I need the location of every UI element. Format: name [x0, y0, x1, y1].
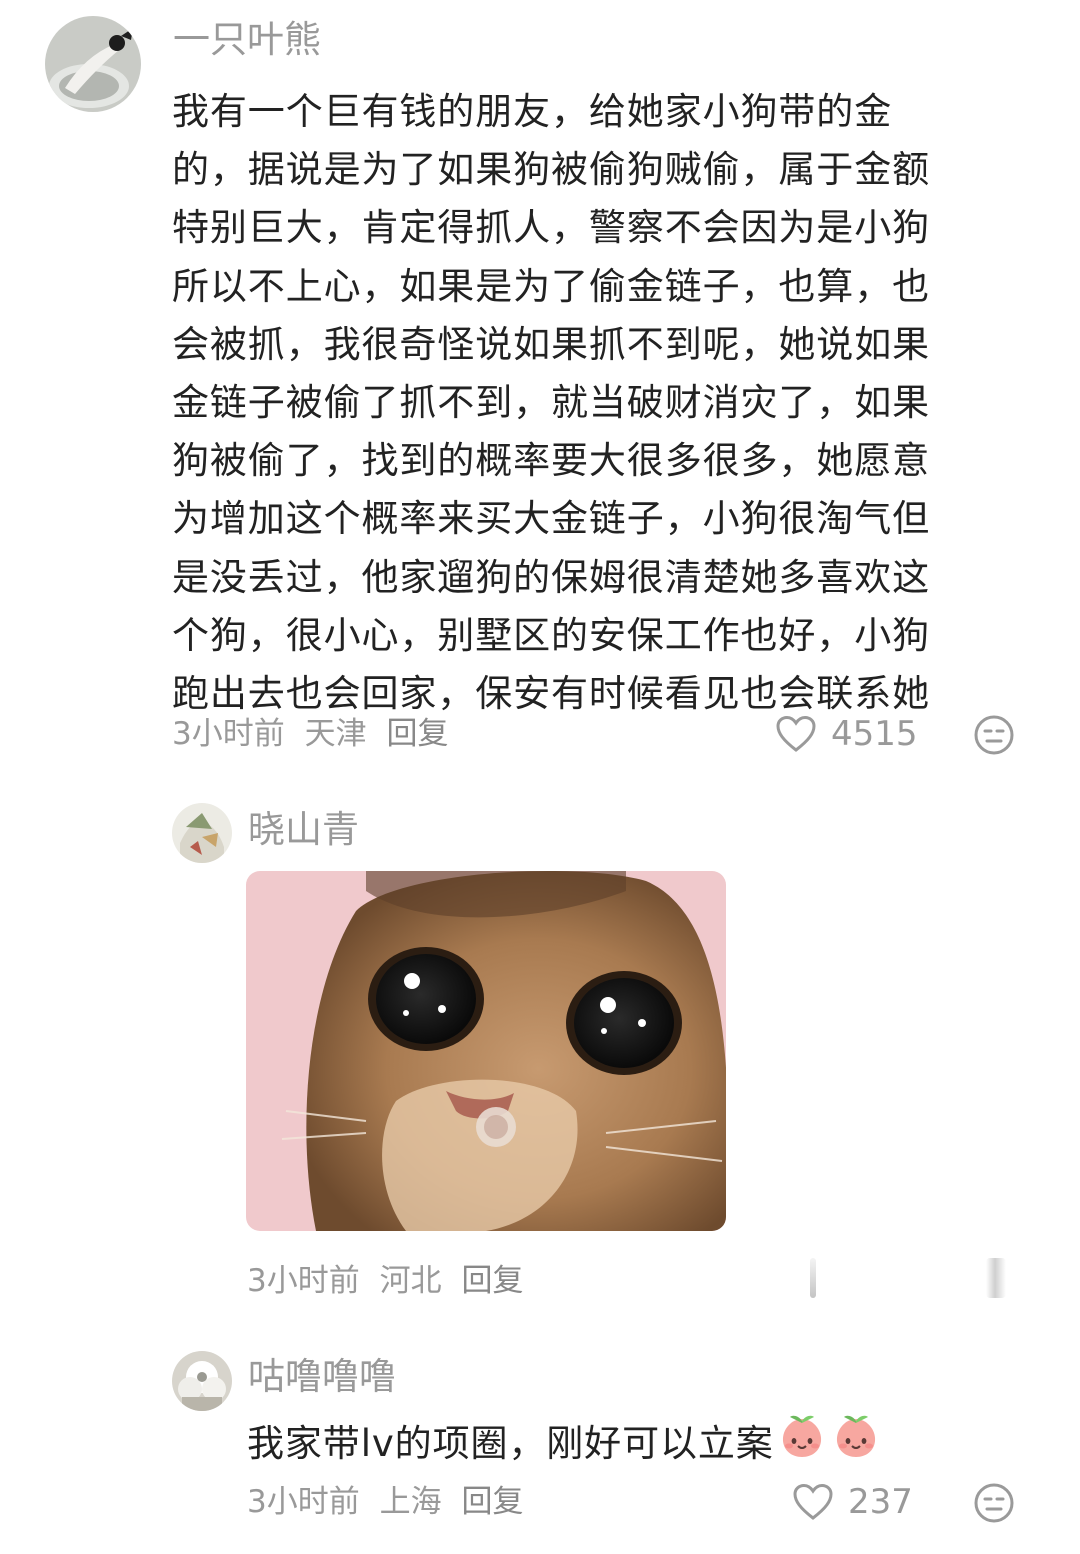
timestamp: 3小时前	[247, 1263, 360, 1299]
username[interactable]: 一只叶熊	[173, 18, 321, 62]
comment-text-line: 金链子被偷了抓不到，就当破财消灾了，如果	[172, 381, 930, 425]
username[interactable]: 晓山青	[248, 808, 359, 852]
avatar[interactable]	[172, 803, 232, 863]
avatar-image-icon	[45, 16, 141, 112]
like-button[interactable]: 237	[792, 1482, 913, 1522]
timestamp: 3小时前	[247, 1484, 360, 1520]
location: 上海	[379, 1484, 442, 1520]
meh-face-icon	[974, 715, 1014, 755]
timestamp: 3小时前	[172, 716, 285, 752]
loading-placeholder-icon	[810, 1258, 816, 1298]
dislike-button[interactable]	[972, 713, 1016, 757]
like-count: 4515	[831, 714, 918, 754]
comment-text-line: 特别巨大，肯定得抓人，警察不会因为是小狗	[172, 206, 930, 250]
dislike-button[interactable]	[984, 1258, 1008, 1302]
comment-meta: 3小时前 天津 回复	[172, 714, 458, 754]
location: 天津	[304, 716, 367, 752]
reply-button[interactable]: 回复	[386, 716, 448, 752]
avatar[interactable]	[45, 16, 141, 112]
peach-face-emoji-icon	[778, 1411, 826, 1476]
crying-cat-image-icon	[246, 871, 726, 1231]
reply-comment: 咕噜噜噜 我家带lv的项圈，刚好可以立案 3小时前 上海 回复 237	[0, 1340, 1080, 1554]
comment-text-line: 会被抓，我很奇怪说如果抓不到呢，她说如果	[172, 322, 930, 366]
comment-text-line: 的，据说是为了如果狗被偷狗贼偷，属于金额	[172, 148, 930, 192]
comment-text-line: 为增加这个概率来买大金链子，小狗很淘气但	[172, 497, 930, 541]
avatar-image-icon	[172, 803, 232, 863]
location: 河北	[379, 1263, 442, 1299]
peach-face-emoji-icon	[832, 1411, 880, 1476]
avatar-image-icon	[172, 1351, 232, 1411]
reply-button[interactable]: 回复	[461, 1263, 523, 1299]
heart-outline-icon	[793, 1483, 833, 1520]
comment-meta: 3小时前 河北 回复	[247, 1261, 533, 1301]
comment-image[interactable]	[246, 871, 726, 1231]
like-button[interactable]: 4515	[775, 714, 918, 754]
comment-text[interactable]: 我家带lv的项圈，刚好可以立案	[247, 1411, 880, 1476]
comment-text-content: 我家带lv的项圈，刚好可以立案	[247, 1421, 774, 1465]
avatar[interactable]	[172, 1351, 232, 1411]
reply-button[interactable]: 回复	[461, 1484, 523, 1520]
meh-face-icon	[974, 1483, 1014, 1523]
like-button[interactable]	[808, 1258, 818, 1302]
loading-placeholder-icon	[986, 1258, 1006, 1298]
reply-comment: 晓山青 3小时前 河北 回复	[0, 790, 1080, 1330]
like-count: 237	[848, 1482, 913, 1522]
comment-text-line: 是没丢过，他家遛狗的保姆很清楚她多喜欢这	[172, 555, 930, 599]
comment-text-line: 所以不上心，如果是为了偷金链子，也算，也	[172, 264, 930, 308]
username[interactable]: 咕噜噜噜	[248, 1355, 396, 1399]
heart-outline-icon	[776, 715, 816, 752]
comment: 一只叶熊 我有一个巨有钱的朋友，给她家小狗带的金 的，据说是为了如果狗被偷狗贼偷…	[0, 0, 1080, 770]
comment-text[interactable]: 我有一个巨有钱的朋友，给她家小狗带的金 的，据说是为了如果狗被偷狗贼偷，属于金额…	[172, 83, 1052, 723]
comment-text-line: 狗被偷了，找到的概率要大很多很多，她愿意	[172, 439, 930, 483]
dislike-button[interactable]	[972, 1481, 1016, 1525]
comment-meta: 3小时前 上海 回复	[247, 1482, 533, 1522]
comment-text-line: 个狗，很小心，别墅区的安保工作也好，小狗	[172, 613, 930, 657]
comment-text-line: 我有一个巨有钱的朋友，给她家小狗带的金	[172, 90, 893, 133]
